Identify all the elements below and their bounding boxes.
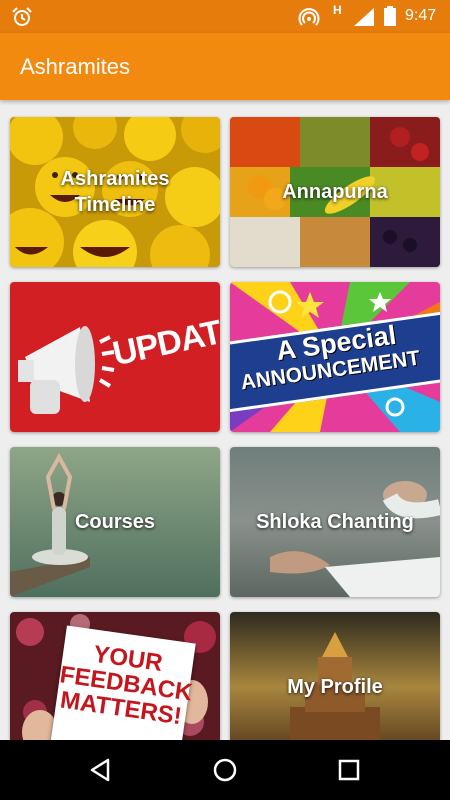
home-icon[interactable] [210, 755, 240, 785]
feedback-card: YOUR FEEDBACK MATTERS! [50, 625, 196, 740]
tile-ashramites-timeline[interactable]: Ashramites Timeline [10, 117, 220, 267]
tile-special-announcement[interactable]: A Special ANNOUNCEMENT [230, 282, 440, 432]
signal-icon [354, 8, 374, 26]
tile-feedback[interactable]: YOUR FEEDBACK MATTERS! [10, 612, 220, 740]
clock: 9:47 [405, 7, 437, 24]
hotspot-icon [298, 8, 320, 26]
tile-annapurna[interactable]: Annapurna [230, 117, 440, 267]
app-bar: Ashramites [0, 33, 450, 100]
tile-my-profile[interactable]: My Profile [230, 612, 440, 740]
alarm-icon [12, 7, 32, 26]
network-type-label: H [333, 3, 342, 17]
navigation-bar [0, 740, 450, 800]
tile-update[interactable]: UPDATE [10, 282, 220, 432]
back-icon[interactable] [86, 755, 116, 785]
tile-label: Shloka Chanting [256, 511, 414, 533]
battery-icon [384, 6, 396, 26]
recent-apps-icon[interactable] [334, 755, 364, 785]
tile-label: Courses [74, 511, 156, 533]
tile-label: My Profile [287, 676, 383, 698]
tile-label: Annapurna [282, 181, 388, 203]
status-bar: H 9:47 [0, 0, 450, 33]
tile-courses[interactable]: Courses [10, 447, 220, 597]
feedback-image-text: YOUR FEEDBACK MATTERS! [58, 640, 195, 731]
menu-grid: Ashramites Timeline Annapurna UPDATE A S… [0, 100, 450, 740]
app-title: Ashramites [20, 54, 131, 79]
tile-shloka-chanting[interactable]: Shloka Chanting [230, 447, 440, 597]
tile-label: Ashramites Timeline [60, 168, 170, 216]
